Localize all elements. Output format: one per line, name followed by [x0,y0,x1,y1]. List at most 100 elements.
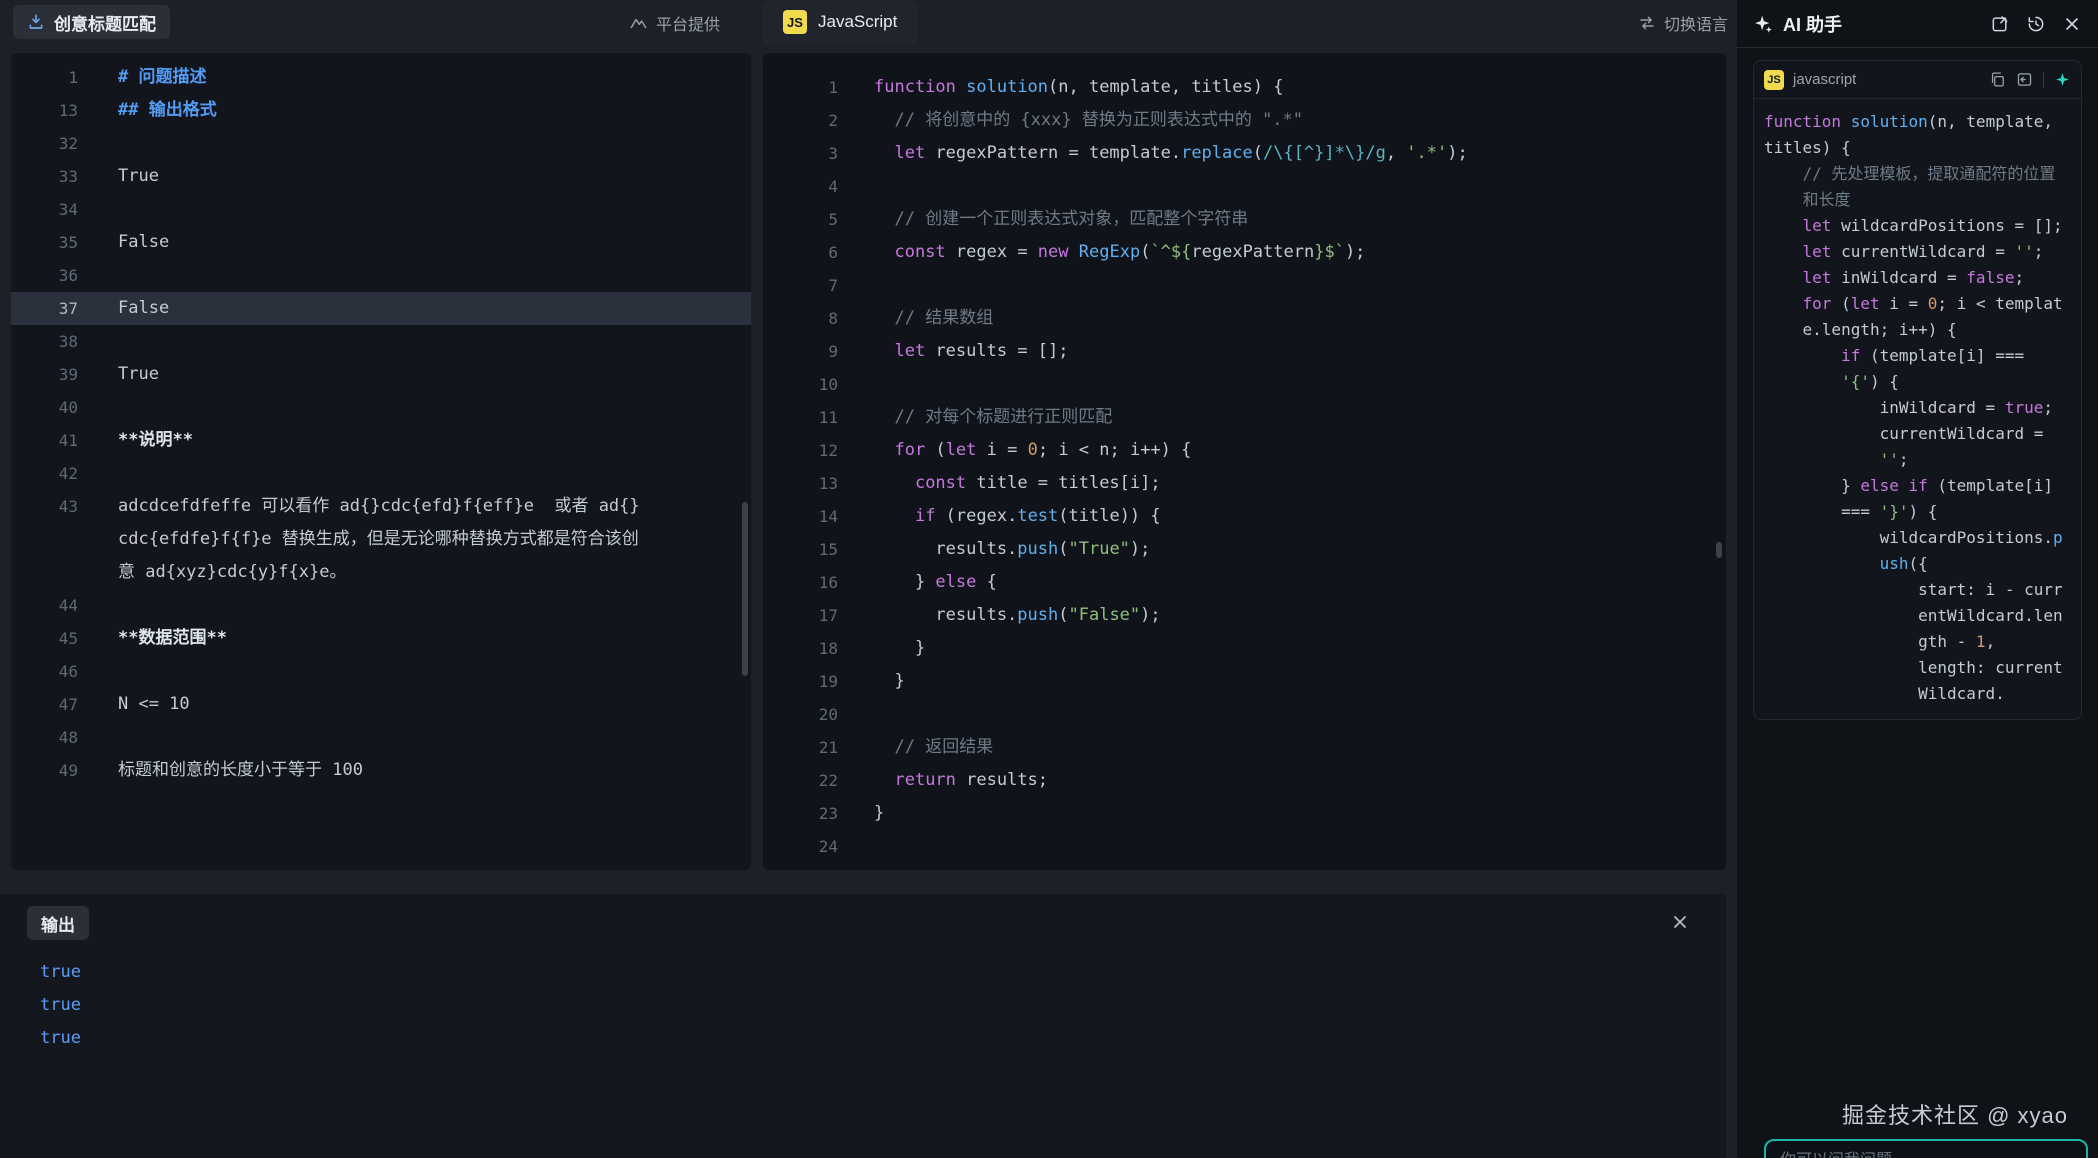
ai-code-line: } else if (template[i] === '}') { [1764,473,2071,525]
code-text: **说明** [118,424,193,457]
code-line[interactable]: 46 [11,655,751,688]
ai-panel-header: AI 助手 [1737,0,2098,48]
line-number: 14 [763,500,838,533]
editor-scrollbar-thumb[interactable] [1716,542,1722,558]
code-line[interactable]: 4 [763,170,1726,203]
history-icon[interactable] [2026,14,2046,34]
code-line[interactable]: 35False [11,226,751,259]
code-text: N <= 10 [118,688,190,721]
line-number [11,556,78,589]
output-line: true [40,1022,81,1055]
ai-code-line: inWildcard = true; [1764,395,2071,421]
code-line[interactable]: 44 [11,589,751,622]
code-line[interactable]: 3 let regexPattern = template.replace(/\… [763,137,1726,170]
description-scrollbar-thumb[interactable] [742,502,748,676]
output-tab[interactable]: 输出 [27,906,89,940]
code-line[interactable]: 22 return results; [763,764,1726,797]
code-text: } [874,797,884,830]
ai-chat-input[interactable] [1764,1139,2088,1158]
code-text: 意 ad{xyz}cdc{y}f{x}e。 [118,556,346,589]
code-line[interactable]: 1 # 问题描述 [11,61,751,94]
code-line[interactable]: 47 N <= 10 [11,688,751,721]
code-line[interactable]: 14 if (regex.test(title)) { [763,500,1726,533]
code-text: results.push("False"); [874,599,1161,632]
line-number: 43 [11,490,78,523]
code-line[interactable]: 1function solution(n, template, titles) … [763,71,1726,104]
code-line[interactable]: 34 [11,193,751,226]
code-text: // 返回结果 [874,731,993,764]
line-number: 25 [763,863,838,870]
code-line[interactable]: 48 [11,721,751,754]
code-line[interactable]: 36 [11,259,751,292]
code-line[interactable]: 24 [763,830,1726,863]
code-line[interactable]: 20 [763,698,1726,731]
line-number: 40 [11,391,78,424]
ai-close-icon[interactable] [2062,14,2082,34]
code-editor-panel[interactable]: 1function solution(n, template, titles) … [763,53,1726,870]
output-close-icon[interactable] [1670,912,1690,932]
line-number: 4 [763,170,838,203]
code-line[interactable]: 17 results.push("False"); [763,599,1726,632]
code-line[interactable]: 13## 输出格式 [11,94,751,127]
code-line[interactable]: 38 [11,325,751,358]
ai-code-line: if (template[i] === '{') { [1764,343,2071,395]
line-number: 23 [763,797,838,830]
line-number: 49 [11,754,78,787]
output-line: true [40,956,81,989]
code-line[interactable]: 37False [11,292,751,325]
line-number: 44 [11,589,78,622]
ai-panel-title: AI 助手 [1783,11,1842,37]
code-text: True [118,160,159,193]
code-line[interactable]: 49标题和创意的长度小于等于 100 [11,754,751,787]
code-line[interactable]: 8 // 结果数组 [763,302,1726,335]
code-line[interactable]: 2 // 将创意中的 {xxx} 替换为正则表达式中的 ".*" [763,104,1726,137]
code-line[interactable]: 41**说明** [11,424,751,457]
code-line[interactable]: 16 } else { [763,566,1726,599]
code-line[interactable]: 39True [11,358,751,391]
code-line[interactable]: 25function main() { [763,863,1726,870]
code-line[interactable]: 32 [11,127,751,160]
line-number: 6 [763,236,838,269]
ai-apply-sparkle-icon[interactable] [2054,71,2071,88]
code-text: let regexPattern = template.replace(/\{[… [874,137,1468,170]
code-line[interactable]: 42 [11,457,751,490]
ai-code-block: JS javascript funct [1753,60,2082,720]
code-line[interactable]: 13 const title = titles[i]; [763,467,1726,500]
line-number: 47 [11,688,78,721]
code-line[interactable]: 9 let results = []; [763,335,1726,368]
code-editor-lines: 1function solution(n, template, titles) … [763,71,1726,870]
new-chat-icon[interactable] [1990,14,2010,34]
line-number: 16 [763,566,838,599]
code-line[interactable]: 45**数据范围** [11,622,751,655]
code-line[interactable]: 10 [763,368,1726,401]
code-line[interactable]: 33True [11,160,751,193]
line-number: 1 [11,61,78,94]
code-text: # 问题描述 [118,61,206,94]
tab-javascript[interactable]: JS JavaScript [763,0,917,44]
code-line[interactable]: cdc{efdfe}f{f}e 替换生成，但是无论哪种替换方式都是符合该创 [11,523,751,556]
code-line[interactable]: 12 for (let i = 0; i < n; i++) { [763,434,1726,467]
code-line[interactable]: 23} [763,797,1726,830]
code-line[interactable]: 5 // 创建一个正则表达式对象，匹配整个字符串 [763,203,1726,236]
line-number: 34 [11,193,78,226]
code-line[interactable]: 18 } [763,632,1726,665]
insert-code-icon[interactable] [2016,71,2033,88]
line-number: 19 [763,665,838,698]
code-line[interactable]: 19 } [763,665,1726,698]
code-line[interactable]: 15 results.push("True"); [763,533,1726,566]
problem-title-chip[interactable]: 创意标题匹配 [13,5,170,39]
code-line[interactable]: 意 ad{xyz}cdc{y}f{x}e。 [11,556,751,589]
copy-icon[interactable] [1989,71,2006,88]
problem-description-panel[interactable]: 1 # 问题描述13## 输出格式3233True3435False3637Fal… [11,53,751,870]
code-text: cdc{efdfe}f{f}e 替换生成，但是无论哪种替换方式都是符合该创 [118,523,639,556]
code-line[interactable]: 21 // 返回结果 [763,731,1726,764]
ai-assistant-panel: AI 助手 JS javascript [1737,0,2098,1158]
code-line[interactable]: 11 // 对每个标题进行正则匹配 [763,401,1726,434]
line-number: 7 [763,269,838,302]
code-text: results.push("True"); [874,533,1150,566]
code-line[interactable]: 40 [11,391,751,424]
code-line[interactable]: 7 [763,269,1726,302]
code-line[interactable]: 6 const regex = new RegExp(`^${regexPatt… [763,236,1726,269]
switch-language-button[interactable]: 切换语言 [1638,11,1728,35]
code-line[interactable]: 43adcdcefdfeffe 可以看作 ad{}cdc{efd}f{eff}e… [11,490,751,523]
